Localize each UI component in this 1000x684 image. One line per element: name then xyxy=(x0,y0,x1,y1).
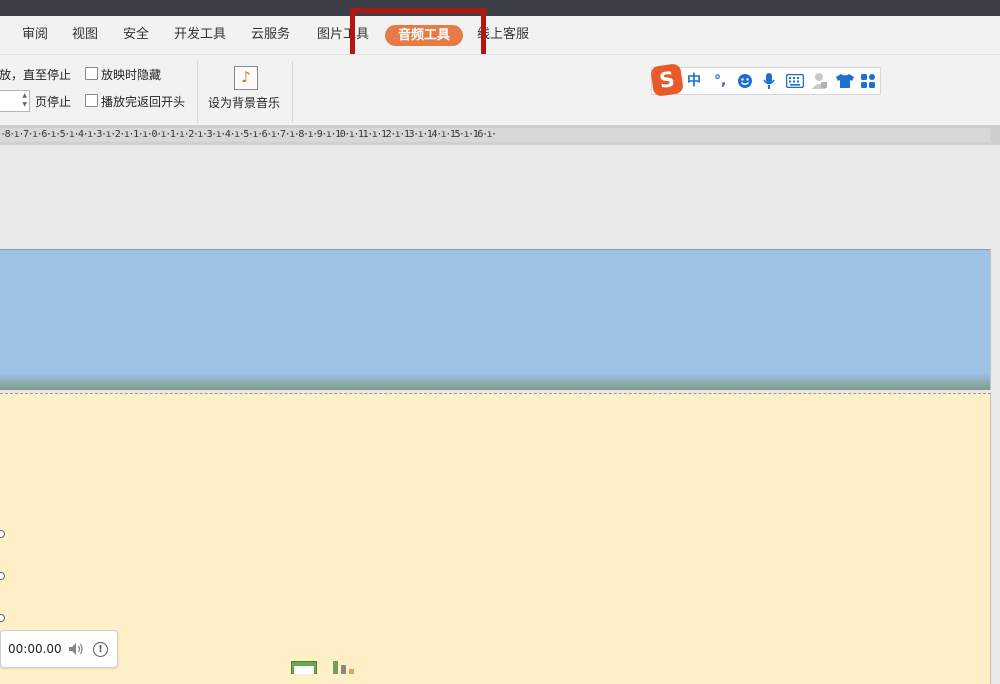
keyboard-icon[interactable] xyxy=(786,74,804,88)
tab-developer-tools[interactable]: 开发工具 xyxy=(174,26,226,44)
skin-shirt-icon[interactable] xyxy=(836,73,854,89)
emoji-icon[interactable] xyxy=(737,73,753,89)
page-stop-label: 页停止 xyxy=(35,95,72,109)
ime-toolbar: S 中 °, xyxy=(650,63,881,97)
music-note-icon[interactable]: ♪ xyxy=(234,66,258,90)
spinner-up-icon[interactable]: ▲ xyxy=(22,92,27,99)
slide-decoration-bar xyxy=(333,661,338,674)
tab-security[interactable]: 安全 xyxy=(123,26,149,44)
rewind-after-play-label[interactable]: 播放完返回开头 xyxy=(101,93,185,110)
ribbon-divider xyxy=(197,61,198,123)
user-account-icon[interactable] xyxy=(812,72,828,90)
rewind-after-play-checkbox[interactable] xyxy=(85,94,98,107)
resize-handle[interactable] xyxy=(0,614,5,622)
slide-decoration-table xyxy=(291,661,317,674)
slide-workspace xyxy=(0,145,1000,684)
play-until-stop-label[interactable]: 放，直至停止 xyxy=(0,66,71,83)
tab-review[interactable]: 审阅 xyxy=(22,26,48,44)
info-icon[interactable]: ! xyxy=(93,642,108,657)
audio-player-bar: 00:00.00 ! xyxy=(0,630,118,668)
resize-handle[interactable] xyxy=(0,530,5,538)
hide-when-showing-label[interactable]: 放映时隐藏 xyxy=(101,66,161,83)
sogou-logo-icon[interactable]: S xyxy=(650,63,684,97)
ime-mode-toggle[interactable]: 中 xyxy=(687,72,701,90)
menu-bar: 审阅 视图 安全 开发工具 云服务 图片工具 音频工具 线上客服 xyxy=(0,16,1000,54)
ruler-scale: ·8·ı·7·ı·6·ı·5·ı·4·ı·3·ı·2·ı·1·ı·0·ı·1·ı… xyxy=(0,129,497,140)
tab-view[interactable]: 视图 xyxy=(72,26,98,44)
spinner-down-icon[interactable]: ▼ xyxy=(22,101,27,108)
set-background-music-button[interactable]: 设为背景音乐 xyxy=(208,94,280,111)
resize-handle[interactable] xyxy=(0,572,5,580)
slide-decoration-bar xyxy=(341,665,346,674)
slide-decoration-bar xyxy=(349,669,354,674)
toolbox-grid-icon[interactable] xyxy=(861,74,875,88)
horizontal-ruler: ·8·ı·7·ı·6·ı·5·ı·4·ı·3·ı·2·ı·1·ı·0·ı·1·ı… xyxy=(0,125,1000,145)
ribbon-divider xyxy=(292,61,293,123)
microphone-icon[interactable] xyxy=(762,72,776,90)
page-count-spinner[interactable]: ▲ ▼ xyxy=(0,90,30,112)
window-title-bar xyxy=(0,0,1000,16)
ime-punctuation-toggle[interactable]: °, xyxy=(714,72,726,90)
playback-time: 00:00.00 xyxy=(8,642,62,656)
tab-cloud-service[interactable]: 云服务 xyxy=(251,26,290,44)
slide-sky-background xyxy=(0,249,991,390)
slide-sand-background[interactable] xyxy=(0,393,991,684)
hide-when-showing-checkbox[interactable] xyxy=(85,67,98,80)
volume-speaker-icon[interactable] xyxy=(68,642,84,656)
